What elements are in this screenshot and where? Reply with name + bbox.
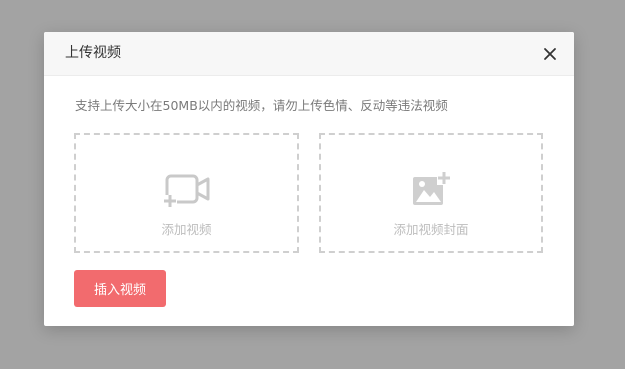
insert-video-button[interactable]: 插入视频 [74,270,166,307]
dialog-header: 上传视频 [44,32,574,76]
video-camera-add-icon [162,173,211,211]
add-video-label: 添加视频 [161,222,212,237]
dialog-title: 上传视频 [65,45,121,61]
image-add-icon [411,171,451,211]
upload-notice: 支持上传大小在50MB以内的视频，请勿上传色情、反动等违法视频 [75,98,448,113]
upload-video-dialog: 上传视频 支持上传大小在50MB以内的视频，请勿上传色情、反动等违法视频 添加视… [44,32,574,326]
add-cover-label: 添加视频封面 [393,222,469,237]
close-icon[interactable] [541,45,559,63]
add-video-dropzone[interactable]: 添加视频 [74,133,299,253]
add-cover-dropzone[interactable]: 添加视频封面 [319,133,543,253]
